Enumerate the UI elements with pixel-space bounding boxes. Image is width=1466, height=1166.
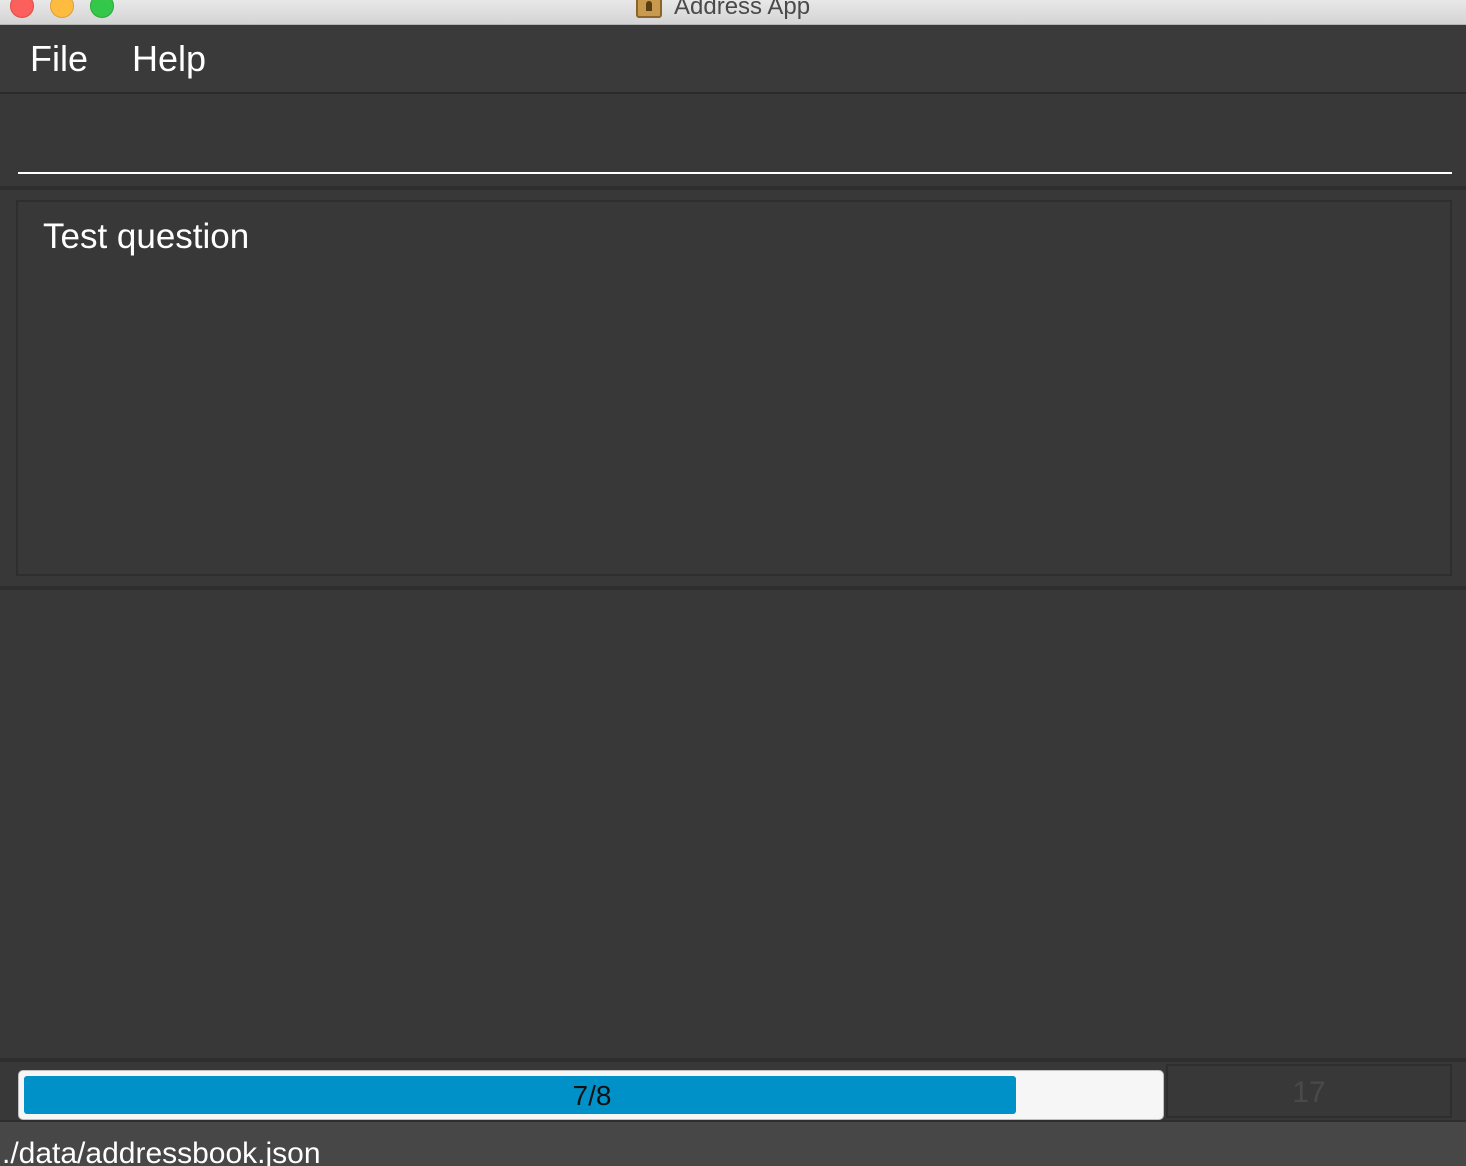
- status-bar: ./data/addressbook.json: [0, 1120, 1466, 1166]
- window-title-group: Address App: [636, 0, 810, 22]
- minimize-window-button[interactable]: [50, 0, 74, 18]
- menu-bar: File Help: [0, 26, 1466, 94]
- result-text: Test question: [43, 217, 250, 256]
- app-window: Address App File Help Test question 7/8 …: [0, 0, 1466, 1166]
- progress-label: 7/8: [572, 1080, 612, 1111]
- command-input[interactable]: [18, 94, 1452, 174]
- progress-section: 7/8 17: [0, 1058, 1466, 1120]
- count-box: 17: [1166, 1064, 1452, 1118]
- progress-bar: 7/8: [18, 1070, 1164, 1120]
- window-title: Address App: [674, 0, 811, 20]
- close-window-button[interactable]: [10, 0, 34, 18]
- count-label: 17: [1292, 1076, 1326, 1109]
- address-book-icon: [636, 0, 662, 18]
- title-bar: Address App: [0, 0, 1466, 25]
- command-box: [0, 94, 1466, 190]
- result-display: Test question: [16, 200, 1452, 576]
- list-panel: [0, 590, 1466, 1058]
- maximize-window-button[interactable]: [90, 0, 114, 18]
- menu-help[interactable]: Help: [132, 38, 206, 80]
- save-location-path: ./data/addressbook.json: [2, 1137, 321, 1166]
- menu-file[interactable]: File: [30, 38, 88, 80]
